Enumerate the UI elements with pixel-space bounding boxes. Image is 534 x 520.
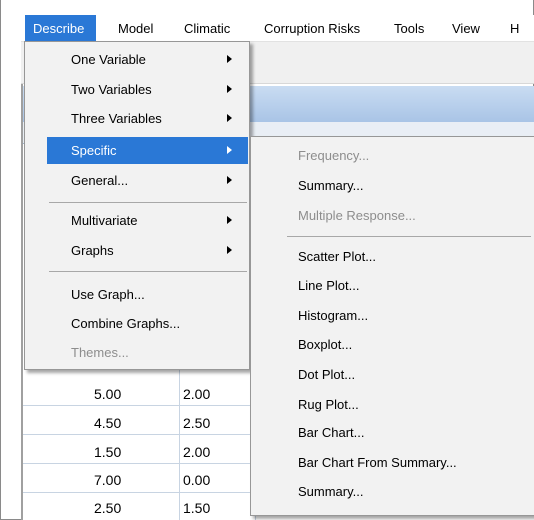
menu-item-label: Themes... xyxy=(71,345,129,360)
table-cell[interactable]: 2.00 xyxy=(183,386,210,402)
menu-separator xyxy=(49,271,247,272)
menu-item-combine-graphs[interactable]: Combine Graphs... xyxy=(26,310,248,337)
menu-model[interactable]: Model xyxy=(118,15,153,42)
table-cell[interactable]: 2.50 xyxy=(183,415,210,431)
submenu-arrow-icon xyxy=(227,55,232,63)
menu-item-themes: Themes... xyxy=(26,339,248,366)
menu-climatic[interactable]: Climatic xyxy=(184,15,230,42)
menu-view[interactable]: View xyxy=(452,15,480,42)
submenu-item-bar-chart-from-summary[interactable]: Bar Chart From Summary... xyxy=(252,448,534,478)
menu-item-two-variables[interactable]: Two Variables xyxy=(26,76,248,103)
submenu-item-histogram[interactable]: Histogram... xyxy=(252,301,534,331)
table-cell[interactable]: 2.50 xyxy=(94,500,121,516)
menu-item-label: Use Graph... xyxy=(71,287,145,302)
describe-menu: One Variable Two Variables Three Variabl… xyxy=(24,41,250,370)
submenu-item-frequency: Frequency... xyxy=(298,148,370,163)
submenu-item-rug-plot[interactable]: Rug Plot... xyxy=(252,390,534,420)
submenu-item-bar-chart[interactable]: Bar Chart... xyxy=(252,418,534,448)
table-cell[interactable]: 2.00 xyxy=(183,444,210,460)
submenu-item-dot-plot[interactable]: Dot Plot... xyxy=(252,360,534,390)
menu-item-label: Three Variables xyxy=(71,111,162,126)
submenu-arrow-icon xyxy=(227,216,232,224)
table-cell[interactable]: 4.50 xyxy=(94,415,121,431)
menu-describe[interactable]: Describe xyxy=(25,15,96,42)
submenu-arrow-icon xyxy=(227,246,232,254)
submenu-item-summary[interactable]: Summary... xyxy=(252,171,534,201)
menu-item-label: Specific xyxy=(71,143,117,158)
submenu-arrow-icon xyxy=(227,176,232,184)
menu-item-general[interactable]: General... xyxy=(26,167,248,194)
menu-item-label: One Variable xyxy=(71,52,146,67)
submenu-item-summary-2[interactable]: Summary... xyxy=(252,477,534,507)
submenu-item-boxplot[interactable]: Boxplot... xyxy=(252,330,534,360)
submenu-arrow-icon xyxy=(227,114,232,122)
table-cell[interactable]: 5.00 xyxy=(94,386,121,402)
menu-item-multivariate[interactable]: Multivariate xyxy=(26,207,248,234)
menu-item-label: Two Variables xyxy=(71,82,152,97)
table-cell[interactable]: 0.00 xyxy=(183,472,210,488)
menu-help[interactable]: H xyxy=(510,15,519,42)
menu-separator xyxy=(287,236,531,237)
submenu-arrow-icon xyxy=(227,85,232,93)
submenu-item-line-plot[interactable]: Line Plot... xyxy=(252,271,534,301)
menu-item-three-variables[interactable]: Three Variables xyxy=(26,105,248,132)
menu-item-label: General... xyxy=(71,173,129,188)
menu-tools[interactable]: Tools xyxy=(394,15,424,42)
specific-submenu: Frequency... Summary... Multiple Respons… xyxy=(250,136,534,516)
menu-item-one-variable[interactable]: One Variable xyxy=(26,46,248,73)
submenu-arrow-icon xyxy=(227,146,232,154)
menu-item-label: Multivariate xyxy=(71,213,138,228)
menu-item-specific[interactable]: Specific xyxy=(47,137,248,164)
submenu-item-multiple-response: Multiple Response... xyxy=(298,208,416,223)
table-cell[interactable]: 1.50 xyxy=(94,444,121,460)
menu-separator xyxy=(49,202,247,203)
menu-item-label: Combine Graphs... xyxy=(71,316,181,331)
menu-item-graphs[interactable]: Graphs xyxy=(26,237,248,264)
table-cell[interactable]: 1.50 xyxy=(183,500,210,516)
submenu-item-scatter-plot[interactable]: Scatter Plot... xyxy=(252,242,534,272)
menu-item-label: Graphs xyxy=(71,243,114,258)
app-window: 5.00 2.00 4.50 2.50 1.50 2.00 7.00 0.00 … xyxy=(0,0,534,520)
menu-bar: Describe Model Climatic Corruption Risks… xyxy=(21,15,534,42)
menu-corruption-risks[interactable]: Corruption Risks xyxy=(264,15,360,42)
table-cell[interactable]: 7.00 xyxy=(94,472,121,488)
menu-item-use-graph[interactable]: Use Graph... xyxy=(26,281,248,308)
